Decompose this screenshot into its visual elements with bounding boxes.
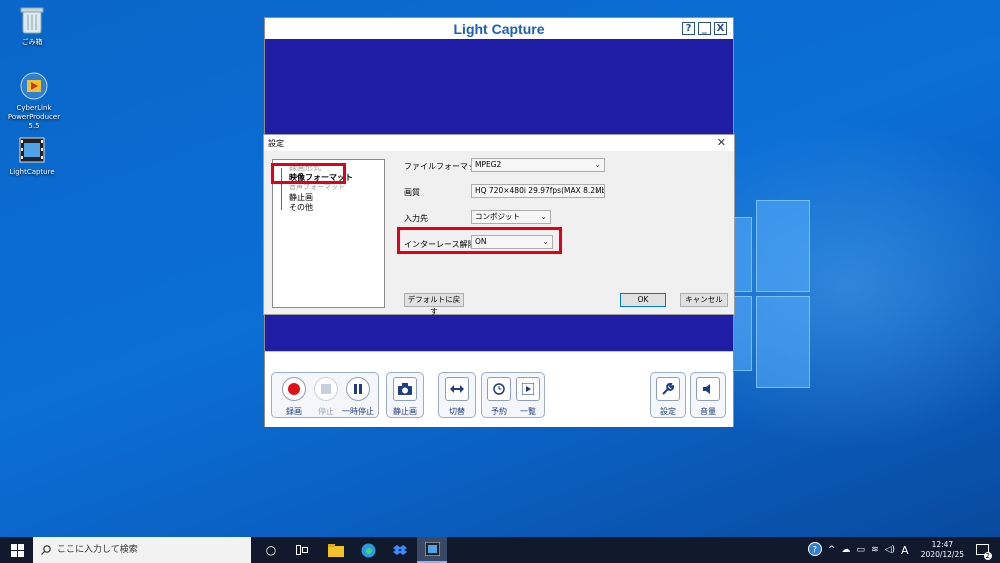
settings-label: 設定 — [660, 407, 676, 416]
task-view-icon — [296, 545, 308, 555]
chevron-down-icon: ⌄ — [594, 186, 601, 195]
desktop-icon-lightcapture[interactable]: LightCapture — [0, 134, 64, 177]
clock-date: 2020/12/25 — [920, 550, 964, 559]
stop-button[interactable] — [314, 377, 338, 401]
volume-tray-icon[interactable]: ◁) — [885, 545, 895, 555]
system-tray: ? ^ ☁ ▭ ≋ ◁) A — [808, 537, 909, 563]
switch-group: 切替 — [438, 372, 476, 418]
switch-button[interactable] — [445, 377, 469, 401]
list-label: 一覧 — [520, 407, 536, 416]
folder-icon — [328, 543, 344, 557]
tree-item-other[interactable]: その他 — [289, 202, 313, 213]
pause-button[interactable] — [346, 377, 370, 401]
file-format-select[interactable]: MPEG2 ⌄ — [471, 158, 605, 172]
stop-icon — [321, 384, 331, 394]
wrench-icon — [662, 383, 674, 395]
windows-start-icon — [10, 543, 24, 557]
lightcapture-icon — [16, 134, 48, 166]
close-button[interactable]: X — [714, 22, 727, 35]
desktop-icon-recycle-bin[interactable]: ごみ箱 — [0, 4, 64, 47]
taskbar-search[interactable]: ここに入力して検索 — [33, 537, 251, 563]
quality-label: 画質 — [404, 188, 420, 197]
input-source-value: コンポジット — [475, 212, 520, 221]
start-button[interactable] — [2, 537, 32, 563]
search-placeholder: ここに入力して検索 — [57, 545, 138, 555]
wifi-icon[interactable]: ≋ — [871, 545, 879, 555]
taskbar-clock[interactable]: 12:47 2020/12/25 — [921, 540, 964, 560]
still-label: 静止画 — [393, 407, 417, 416]
help-tray-icon[interactable]: ? — [808, 541, 822, 559]
task-view-button[interactable] — [287, 537, 317, 563]
clock-time: 12:47 — [931, 540, 954, 549]
ok-button[interactable]: OK — [620, 293, 666, 307]
settings-dialog: 設定 ✕ 録画形式 映像フォーマット 音声フォーマット 静止画 その他 ファイル… — [263, 134, 735, 316]
dialog-title: 設定 — [268, 139, 284, 148]
recycle-bin-icon — [16, 4, 48, 36]
cancel-button[interactable]: キャンセル — [680, 293, 728, 307]
cortana-icon: ○ — [265, 543, 277, 557]
chevron-up-icon[interactable]: ^ — [828, 545, 836, 555]
question-icon: ? — [808, 541, 822, 556]
battery-icon[interactable]: ▭ — [857, 545, 866, 555]
volume-group: 音量 — [690, 372, 726, 418]
pause-icon — [354, 384, 362, 394]
taskbar-dropbox[interactable] — [385, 537, 415, 563]
pause-label: 一時停止 — [342, 407, 374, 416]
volume-button[interactable] — [696, 377, 720, 401]
quality-value: HQ 720×480i 29.97fps(MAX 8.2Mbps) — [475, 186, 605, 195]
powerproducer-icon — [18, 70, 50, 102]
edge-icon — [361, 543, 375, 557]
ime-indicator[interactable]: A — [901, 544, 909, 557]
input-source-select[interactable]: コンポジット ⌄ — [471, 210, 551, 224]
app-title-bar: Light Capture ? _ X — [265, 18, 733, 39]
highlight-deinterlace — [397, 227, 562, 254]
notification-button[interactable]: 2 — [968, 537, 998, 563]
record-icon — [288, 383, 300, 395]
list-button[interactable] — [516, 377, 540, 401]
app-title: Light Capture — [453, 21, 545, 37]
still-button[interactable] — [393, 377, 417, 401]
desktop-icon-powerproducer[interactable]: CyberLink PowerProducer 5.5 — [2, 70, 66, 131]
dialog-title-bar: 設定 ✕ — [264, 135, 734, 151]
control-toolbar: 録画 停止 一時停止 静止画 切替 予約 一覧 設定 音量 — [265, 351, 733, 427]
switch-label: 切替 — [449, 407, 465, 416]
desktop-icon-label: ごみ箱 — [21, 38, 43, 46]
cortana-button[interactable]: ○ — [256, 537, 286, 563]
input-source-label: 入力先 — [404, 214, 428, 223]
record-button[interactable] — [282, 377, 306, 401]
restore-defaults-button[interactable]: デフォルトに戻す — [404, 293, 464, 316]
help-button[interactable]: ? — [682, 22, 695, 35]
taskbar-lightcapture[interactable] — [417, 537, 447, 563]
chevron-down-icon: ⌄ — [540, 212, 547, 221]
playlist-icon — [522, 383, 534, 395]
schedule-group: 予約 一覧 — [481, 372, 545, 418]
svg-text:?: ? — [812, 545, 817, 555]
settings-group: 設定 — [650, 372, 686, 418]
quality-select[interactable]: HQ 720×480i 29.97fps(MAX 8.2Mbps) ⌄ — [471, 184, 605, 198]
taskbar-explorer[interactable] — [321, 537, 351, 563]
still-group: 静止画 — [386, 372, 424, 418]
taskbar-edge[interactable] — [353, 537, 383, 563]
cloud-icon[interactable]: ☁ — [842, 545, 851, 555]
dropbox-icon — [393, 545, 407, 555]
camera-icon — [398, 383, 412, 395]
desktop-icon-label: LightCapture — [9, 168, 55, 176]
notification-badge: 2 — [983, 552, 992, 560]
file-format-value: MPEG2 — [475, 160, 502, 169]
highlight-video-format — [271, 163, 346, 184]
search-icon — [41, 545, 51, 555]
taskbar: ここに入力して検索 ○ ? ^ ☁ ▭ ≋ ◁) A 12:47 2020/12… — [0, 537, 1000, 563]
schedule-button[interactable] — [487, 377, 511, 401]
desktop-icon-label: CyberLink PowerProducer 5.5 — [7, 104, 61, 130]
settings-button[interactable] — [656, 377, 680, 401]
clock-icon — [493, 383, 505, 395]
volume-label: 音量 — [700, 407, 716, 416]
switch-icon — [450, 385, 464, 393]
minimize-button[interactable]: _ — [698, 22, 711, 35]
chevron-down-icon: ⌄ — [594, 160, 601, 169]
lightcapture-icon — [424, 542, 440, 556]
speaker-icon — [703, 384, 710, 394]
record-group: 録画 停止 一時停止 — [271, 372, 379, 418]
dialog-close-icon[interactable]: ✕ — [717, 136, 726, 149]
